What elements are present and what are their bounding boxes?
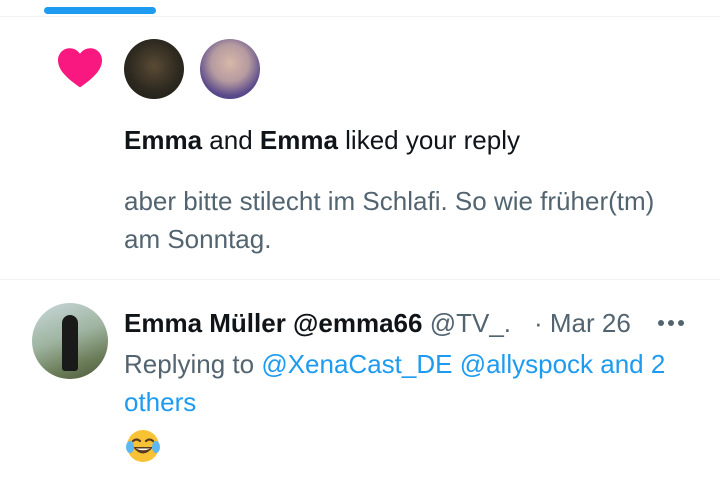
liked-reply-text[interactable]: aber bitte stilecht im Schlafi. So wie f…	[124, 182, 684, 258]
heart-icon	[58, 48, 102, 88]
reply-date[interactable]: · Mar 26	[532, 305, 631, 341]
author-handle[interactable]: @TV_.	[422, 308, 511, 338]
notification-action: liked your reply	[337, 125, 520, 155]
avatar-figure	[62, 315, 78, 371]
active-tab-indicator	[44, 7, 156, 14]
liker-name-1[interactable]: Emma	[124, 125, 202, 155]
more-options-icon[interactable]	[655, 316, 687, 330]
liker-avatar-1[interactable]	[124, 39, 184, 99]
divider	[0, 16, 720, 17]
notification-title[interactable]: Emma and Emma liked your reply	[124, 123, 520, 157]
author-avatar[interactable]	[32, 303, 108, 379]
replying-prefix: Replying to	[124, 349, 262, 379]
mention-xenacast[interactable]: @XenaCast_DE	[261, 349, 452, 379]
mention-allyspock[interactable]: @allyspock	[460, 349, 593, 379]
liker-name-2[interactable]: Emma	[260, 125, 338, 155]
replying-to: Replying to @XenaCast_DE @allyspock and …	[124, 345, 694, 421]
face-with-tears-of-joy-icon	[126, 430, 160, 462]
author-display-name[interactable]: Emma Müller @emma66	[124, 308, 422, 338]
notification-connector: and	[202, 125, 260, 155]
liker-avatar-2[interactable]	[200, 39, 260, 99]
divider	[0, 279, 720, 280]
